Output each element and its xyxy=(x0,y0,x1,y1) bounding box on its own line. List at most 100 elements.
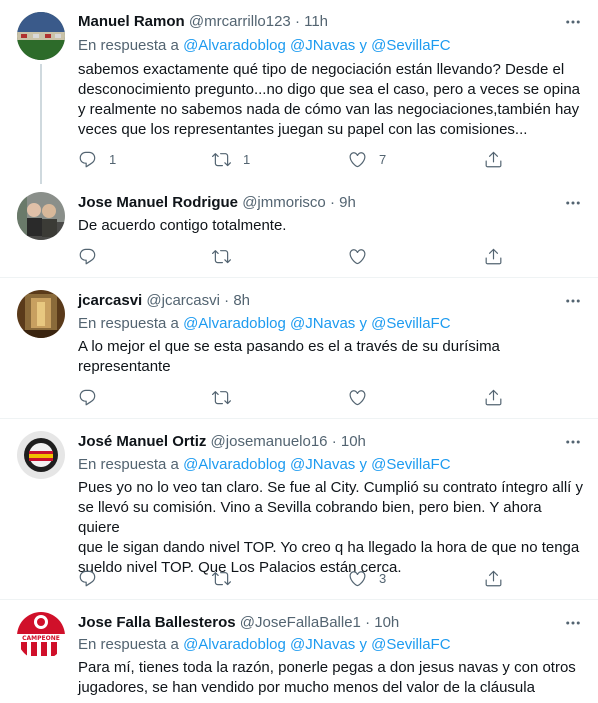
tweet-actions xyxy=(70,246,510,266)
timestamp[interactable]: · 8h xyxy=(224,292,250,309)
tweet-header: José Manuel Ortiz @josemanuelo16 · 10h xyxy=(78,433,366,450)
tweet-header: Manuel Ramon @mrcarrillo123 · 11h xyxy=(78,13,328,30)
tweet-text-line: De acuerdo contigo totalmente. xyxy=(78,217,287,234)
heart-icon xyxy=(349,151,366,167)
display-name[interactable]: Jose Falla Ballesteros xyxy=(78,614,236,631)
more-options-icon[interactable] xyxy=(563,291,583,311)
tweet-text: A lo mejor el que se esta pasando es el … xyxy=(78,337,586,377)
mention-link[interactable]: @JNavas xyxy=(290,37,355,54)
timestamp[interactable]: · 10h xyxy=(365,614,399,631)
share-icon xyxy=(485,389,502,405)
retweet-icon xyxy=(212,152,231,166)
like-count: 3 xyxy=(379,570,387,586)
mention-and-word[interactable]: y xyxy=(359,37,367,54)
avatar[interactable] xyxy=(17,192,65,240)
tweet-text-line: sabemos exactamente qué tipo de negociac… xyxy=(78,61,565,78)
more-options-icon[interactable] xyxy=(563,432,583,452)
like-button[interactable] xyxy=(348,387,367,407)
mention-link[interactable]: @Alvaradoblog xyxy=(183,37,286,54)
retweet-button[interactable] xyxy=(212,246,231,266)
user-handle[interactable]: @jcarcasvi xyxy=(146,292,220,309)
share-button[interactable] xyxy=(484,387,503,407)
reply-button[interactable]: 1 xyxy=(78,149,116,169)
tweet-4[interactable]: José Manuel Ortiz @josemanuelo16 · 10h E… xyxy=(0,419,598,599)
user-handle[interactable]: @mrcarrillo123 xyxy=(189,13,291,30)
tweet-text-line: A lo mejor el que se esta pasando es el … xyxy=(78,338,500,355)
tweet-5[interactable]: CAMPEONE Jose Falla Ballesteros @JoseFal… xyxy=(0,600,598,703)
mention-link[interactable]: @JNavas xyxy=(290,456,355,473)
tweet-text-line: se llevó su comisión. Vino a Sevilla cob… xyxy=(78,499,542,536)
more-options-icon[interactable] xyxy=(563,12,583,32)
reply-count: 1 xyxy=(109,151,117,167)
reply-button[interactable] xyxy=(78,568,97,588)
heart-icon xyxy=(349,389,366,405)
mention-link[interactable]: @JNavas xyxy=(290,315,355,332)
reply-prefix: En respuesta a xyxy=(78,315,179,332)
avatar[interactable] xyxy=(17,431,65,479)
display-name[interactable]: jcarcasvi xyxy=(78,292,142,309)
display-name[interactable]: Manuel Ramon xyxy=(78,13,185,30)
reply-button[interactable] xyxy=(78,246,97,266)
share-button[interactable] xyxy=(484,246,503,266)
mention-and-word[interactable]: y xyxy=(359,456,367,473)
mention-link[interactable]: @SevillaFC xyxy=(371,37,450,54)
avatar[interactable]: CAMPEONE xyxy=(17,612,65,660)
user-handle[interactable]: @JoseFallaBalle1 xyxy=(240,614,361,631)
mention-link[interactable]: @Alvaradoblog xyxy=(183,456,286,473)
thread-line xyxy=(40,64,42,184)
retweet-button[interactable] xyxy=(212,387,231,407)
more-options-icon[interactable] xyxy=(563,193,583,213)
reply-prefix: En respuesta a xyxy=(78,37,179,54)
mention-and-word[interactable]: y xyxy=(359,636,367,653)
display-name[interactable]: José Manuel Ortiz xyxy=(78,433,206,450)
like-button[interactable]: 7 xyxy=(348,149,386,169)
retweet-icon xyxy=(212,571,231,585)
tweet-text-line: Pues yo no lo veo tan claro. Se fue al C… xyxy=(78,479,583,496)
mention-link[interactable]: @SevillaFC xyxy=(371,636,450,653)
reply-icon xyxy=(79,151,96,167)
reply-button[interactable] xyxy=(78,387,97,407)
mention-link[interactable]: @Alvaradoblog xyxy=(183,315,286,332)
share-button[interactable] xyxy=(484,149,503,169)
tweet-text-line: jugadores, se han vendido por mucho meno… xyxy=(78,679,535,696)
avatar[interactable] xyxy=(17,12,65,60)
mention-link[interactable]: @Alvaradoblog xyxy=(183,636,286,653)
share-icon xyxy=(485,248,502,264)
tweet-text-line: y realmente no sabemos nada de cómo van … xyxy=(78,101,580,118)
timestamp[interactable]: · 10h xyxy=(332,433,366,450)
tweet-2[interactable]: Jose Manuel Rodrigue @jmmorisco · 9h De … xyxy=(0,180,598,277)
retweet-button[interactable] xyxy=(212,568,231,588)
like-count: 7 xyxy=(379,151,387,167)
timestamp[interactable]: · 11h xyxy=(295,13,328,30)
heart-icon xyxy=(349,570,366,586)
reply-prefix: En respuesta a xyxy=(78,456,179,473)
reply-icon xyxy=(79,570,96,586)
reply-icon xyxy=(79,389,96,405)
display-name[interactable]: Jose Manuel Rodrigue xyxy=(78,194,238,211)
more-options-icon[interactable] xyxy=(563,613,583,633)
like-button[interactable]: 3 xyxy=(348,568,386,588)
tweet-1[interactable]: Manuel Ramon @mrcarrillo123 · 11h En res… xyxy=(0,0,598,184)
timestamp[interactable]: · 9h xyxy=(330,194,356,211)
avatar-text: CAMPEONE xyxy=(22,635,60,642)
mention-link[interactable]: @SevillaFC xyxy=(371,315,450,332)
tweet-3[interactable]: jcarcasvi @jcarcasvi · 8h En respuesta a… xyxy=(0,278,598,418)
tweet-actions: 3 xyxy=(70,568,510,588)
user-handle[interactable]: @jmmorisco xyxy=(242,194,326,211)
tweet-header: Jose Falla Ballesteros @JoseFallaBalle1 … xyxy=(78,614,399,631)
like-button[interactable] xyxy=(348,246,367,266)
tweet-text: Para mí, tienes toda la razón, ponerle p… xyxy=(78,658,586,698)
share-button[interactable] xyxy=(484,568,503,588)
user-handle[interactable]: @josemanuelo16 xyxy=(211,433,328,450)
tweet-actions: 1 1 7 xyxy=(70,149,510,169)
tweet-header: jcarcasvi @jcarcasvi · 8h xyxy=(78,292,250,309)
avatar[interactable] xyxy=(17,290,65,338)
mention-link[interactable]: @JNavas xyxy=(290,636,355,653)
retweet-button[interactable]: 1 xyxy=(212,149,250,169)
mention-and-word[interactable]: y xyxy=(359,315,367,332)
tweet-text-line: Para mí, tienes toda la razón, ponerle p… xyxy=(78,659,576,676)
reply-context: En respuesta a @Alvaradoblog @JNavas y @… xyxy=(78,37,451,54)
reply-context: En respuesta a @Alvaradoblog @JNavas y @… xyxy=(78,456,451,473)
tweet-header: Jose Manuel Rodrigue @jmmorisco · 9h xyxy=(78,194,356,211)
mention-link[interactable]: @SevillaFC xyxy=(371,456,450,473)
